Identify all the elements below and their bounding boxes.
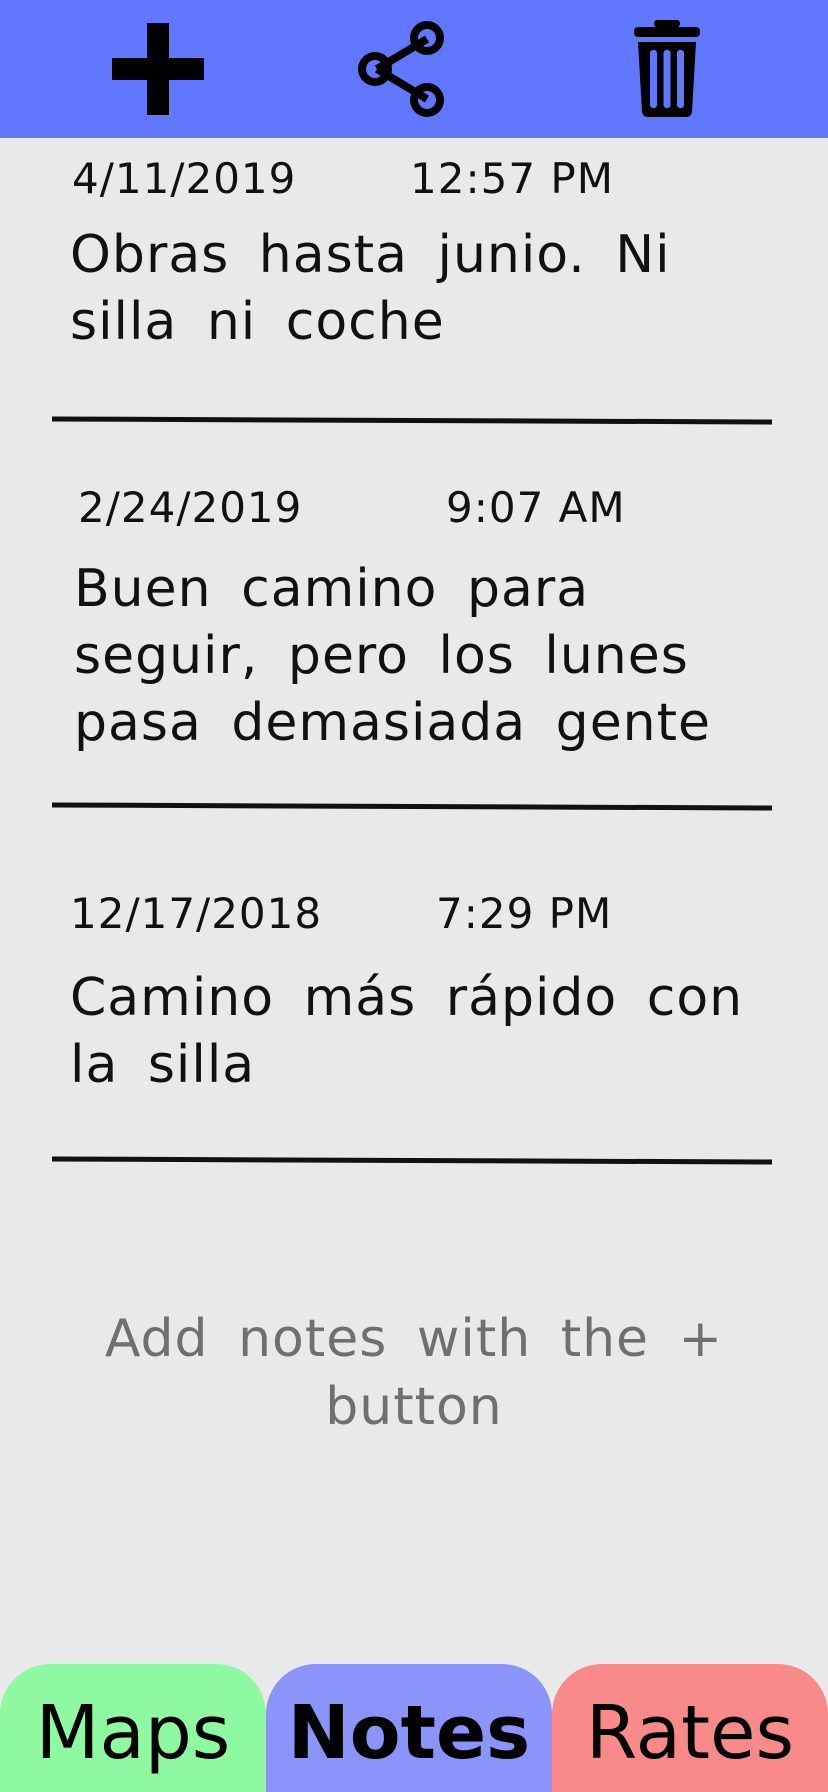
note-text: Buen camino para seguir, pero los lunes … — [74, 559, 712, 753]
note-time: 9:07 AM — [446, 483, 626, 532]
trash-icon — [634, 20, 700, 117]
note-divider — [51, 1156, 773, 1165]
note-text: Obras hasta junio. Ni silla ni coche — [70, 225, 671, 352]
tab-maps[interactable]: Maps — [0, 1664, 266, 1792]
note-divider — [51, 802, 773, 811]
add-note-button[interactable] — [103, 18, 213, 120]
tab-notes[interactable]: Notes — [266, 1664, 552, 1792]
share-button[interactable] — [348, 18, 458, 120]
add-notes-hint: Add notes with the + button — [104, 1309, 724, 1437]
tab-rates[interactable]: Rates — [552, 1664, 828, 1792]
note-text: Camino más rápido con la silla — [70, 968, 744, 1095]
note-time: 7:29 PM — [436, 889, 613, 938]
note-divider — [51, 416, 773, 425]
note-date: 2/24/2019 — [78, 483, 303, 532]
note-date: 12/17/2018 — [70, 889, 323, 938]
plus-icon — [112, 23, 204, 115]
note-date: 4/11/2019 — [72, 154, 297, 203]
share-icon — [358, 21, 444, 117]
delete-button[interactable] — [612, 18, 722, 120]
note-time: 12:57 PM — [410, 154, 614, 203]
top-toolbar — [0, 0, 828, 138]
